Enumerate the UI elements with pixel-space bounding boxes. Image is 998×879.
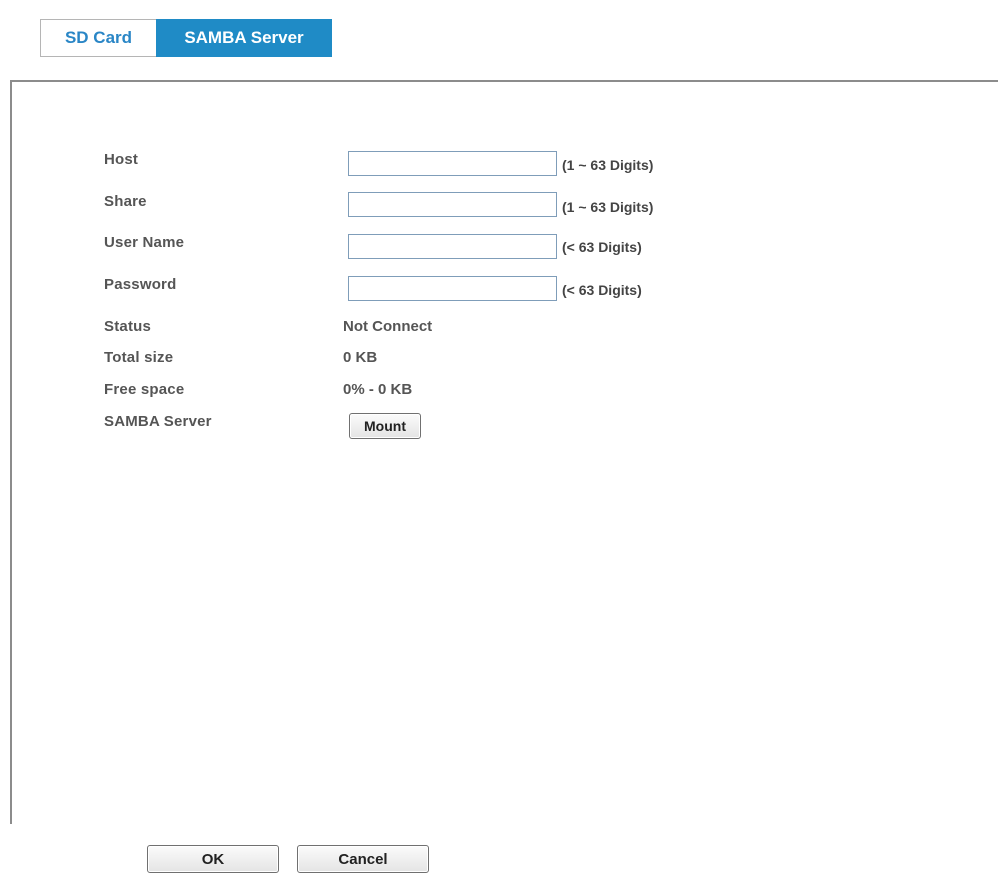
host-hint: (1 ~ 63 Digits) (562, 157, 654, 173)
samba-server-label: SAMBA Server (104, 413, 212, 430)
status-label: Status (104, 318, 152, 335)
total-size-label: Total size (104, 349, 174, 366)
user-name-input[interactable] (348, 234, 557, 259)
share-label: Share (104, 193, 147, 210)
user-name-hint: (< 63 Digits) (562, 239, 642, 255)
ok-button[interactable]: OK (147, 845, 279, 873)
cancel-button[interactable]: Cancel (297, 845, 429, 873)
share-input[interactable] (348, 192, 557, 217)
password-hint: (< 63 Digits) (562, 282, 642, 298)
total-size-value: 0 KB (343, 349, 378, 366)
host-input[interactable] (348, 151, 557, 176)
password-input[interactable] (348, 276, 557, 301)
tab-sd-card[interactable]: SD Card (40, 19, 156, 57)
host-label: Host (104, 151, 139, 168)
mount-button[interactable]: Mount (349, 413, 421, 439)
password-label: Password (104, 276, 177, 293)
free-space-label: Free space (104, 381, 185, 398)
status-value: Not Connect (343, 318, 433, 335)
free-space-value: 0% - 0 KB (343, 381, 413, 398)
share-hint: (1 ~ 63 Digits) (562, 199, 654, 215)
tab-bar: SD Card SAMBA Server (40, 19, 332, 57)
user-name-label: User Name (104, 234, 185, 251)
tab-samba-server[interactable]: SAMBA Server (156, 19, 332, 57)
